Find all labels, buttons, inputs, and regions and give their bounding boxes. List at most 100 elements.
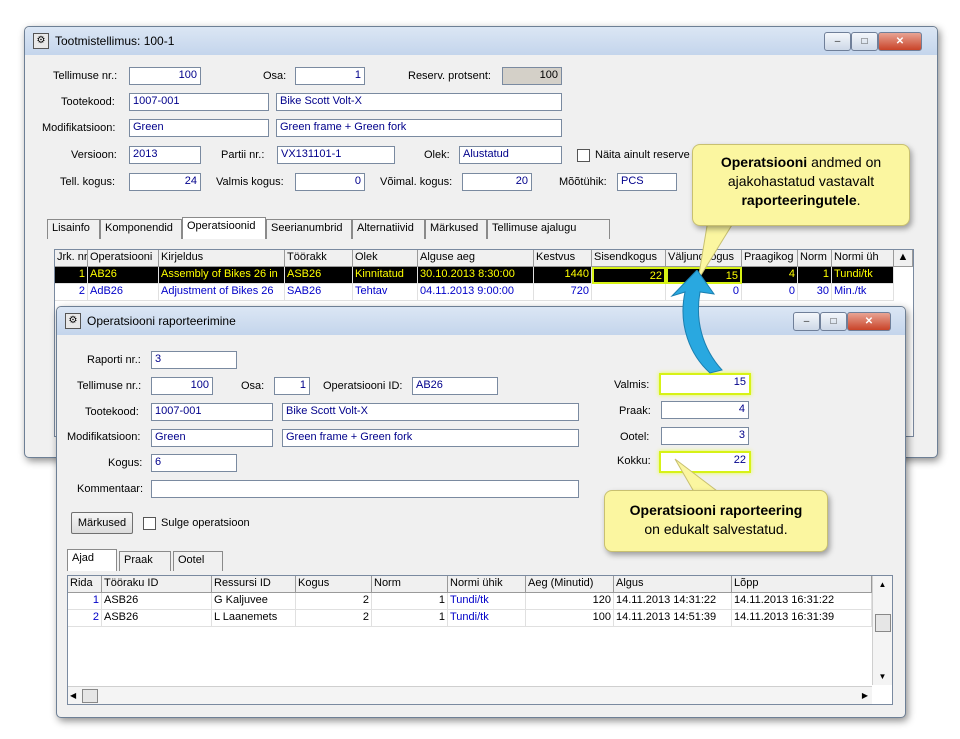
column-header[interactable]: Rida [68, 576, 102, 593]
column-header[interactable]: Norm [372, 576, 448, 593]
product-name-field[interactable]: Bike Scott Volt-X [282, 403, 579, 421]
tab-praak[interactable]: Praak [119, 551, 171, 571]
scrap-field[interactable]: 4 [661, 401, 749, 419]
column-header[interactable]: Aeg (Minutid) [526, 576, 614, 593]
product-code-field[interactable]: 1007-001 [151, 403, 273, 421]
modification-desc-field[interactable]: Green frame + Green fork [282, 429, 579, 447]
order-no-field[interactable]: 100 [151, 377, 213, 395]
part-field[interactable]: 1 [274, 377, 310, 395]
operation-id-field[interactable]: AB26 [412, 377, 498, 395]
table-cell: 2 [55, 284, 88, 301]
close-button[interactable]: ✕ [878, 32, 922, 51]
order-no-label: Tellimuse nr.: [77, 380, 142, 392]
tab-operatsioonid[interactable]: Operatsioonid [182, 217, 266, 239]
column-header[interactable]: Alguse aeg [418, 250, 534, 267]
column-header[interactable]: Töörakk [285, 250, 353, 267]
column-header[interactable]: Algus [614, 576, 732, 593]
done-qty-field[interactable]: 0 [295, 173, 365, 191]
done-qty-label: Valmis kogus: [216, 176, 284, 188]
tab-markused[interactable]: Märkused [425, 219, 487, 239]
modification-desc-field[interactable]: Green frame + Green fork [276, 119, 562, 137]
tab-lisainfo[interactable]: Lisainfo [47, 219, 100, 239]
batch-no-field[interactable]: VX131101-1 [277, 146, 395, 164]
callout-text: andmed on [807, 154, 882, 170]
table-row[interactable]: 2 ASB26 L Laanemets 2 1 Tundi/tk 100 14.… [68, 610, 872, 627]
scroll-thumb[interactable] [875, 614, 891, 632]
scroll-up-button[interactable]: ▲ [894, 250, 913, 267]
column-header[interactable]: Kogus [296, 576, 372, 593]
order-no-field[interactable]: 100 [129, 67, 201, 85]
product-code-field[interactable]: 1007-001 [129, 93, 269, 111]
table-cell: Assembly of Bikes 26 in [159, 267, 285, 284]
state-field[interactable]: Alustatud [459, 146, 562, 164]
column-header[interactable]: Operatsiooni [88, 250, 159, 267]
version-field[interactable]: 2013 [129, 146, 201, 164]
tab-komponendid[interactable]: Komponendid [100, 219, 182, 239]
tab-tellimuse-ajalugu[interactable]: Tellimuse ajalugu [487, 219, 610, 239]
show-reserved-checkbox[interactable] [577, 149, 590, 162]
order-no-label: Tellimuse nr.: [53, 70, 118, 82]
scroll-down-icon[interactable]: ▼ [873, 668, 892, 685]
column-header[interactable]: Ressursi ID [212, 576, 296, 593]
column-header[interactable]: Kirjeldus [159, 250, 285, 267]
minimize-button[interactable]: – [824, 32, 851, 51]
column-header[interactable]: Norm [798, 250, 832, 267]
table-cell: 04.11.2013 9:00:00 [418, 284, 534, 301]
comment-field[interactable] [151, 480, 579, 498]
scroll-thumb[interactable] [82, 689, 98, 703]
report-no-field[interactable]: 3 [151, 351, 237, 369]
vertical-scrollbar[interactable]: ▲ ▼ [872, 576, 892, 685]
product-code-label: Tootekood: [61, 96, 115, 108]
table-row[interactable]: 1 ASB26 G Kaljuvee 2 1 Tundi/tk 120 14.1… [68, 593, 872, 610]
minimize-button[interactable]: – [793, 312, 820, 331]
tab-alternatiivid[interactable]: Alternatiivid [352, 219, 425, 239]
close-button[interactable]: ✕ [847, 312, 891, 331]
close-operation-checkbox[interactable] [143, 517, 156, 530]
title-bar[interactable]: ⚙ Operatsiooni raporteerimine – □ ✕ [57, 307, 905, 335]
window-title: Operatsiooni raporteerimine [87, 314, 236, 328]
table-cell: 2 [68, 610, 102, 627]
table-cell: 1440 [534, 267, 592, 284]
main-tab-strip: Lisainfo Komponendid Operatsioonid Seeri… [47, 217, 627, 241]
possible-qty-field[interactable]: 20 [462, 173, 532, 191]
notes-button[interactable]: Märkused [71, 512, 133, 534]
total-label: Kokku: [617, 455, 651, 467]
maximize-button[interactable]: □ [851, 32, 878, 51]
order-qty-field[interactable]: 24 [129, 173, 201, 191]
column-header[interactable]: Olek [353, 250, 418, 267]
scroll-up-icon[interactable]: ▲ [873, 576, 892, 593]
version-label: Versioon: [71, 149, 117, 161]
modification-field[interactable]: Green [129, 119, 269, 137]
scroll-right-icon[interactable]: ▶ [862, 687, 868, 704]
horizontal-scrollbar[interactable]: ◀ ▶ [68, 686, 872, 704]
column-header[interactable]: Normi ühik [448, 576, 526, 593]
column-header[interactable]: Tööraku ID [102, 576, 212, 593]
tab-ootel[interactable]: Ootel [173, 551, 223, 571]
unit-field[interactable]: PCS [617, 173, 677, 191]
times-grid[interactable]: Rida Tööraku ID Ressursi ID Kogus Norm N… [67, 575, 893, 705]
column-header[interactable]: Normi üh [832, 250, 894, 267]
tab-seerianumbrid[interactable]: Seerianumbrid [266, 219, 352, 239]
table-cell: 14.11.2013 14:31:22 [614, 593, 732, 610]
modification-label: Modifikatsioon: [42, 122, 116, 134]
column-header[interactable]: Jrk. nr [55, 250, 88, 267]
maximize-button[interactable]: □ [820, 312, 847, 331]
column-header[interactable]: Lõpp [732, 576, 872, 593]
table-cell: 14.11.2013 16:31:22 [732, 593, 872, 610]
table-cell: AB26 [88, 267, 159, 284]
column-header[interactable]: Sisendkogus [592, 250, 666, 267]
tab-ajad[interactable]: Ajad [67, 549, 117, 571]
part-field[interactable]: 1 [295, 67, 365, 85]
show-reserved-label: Näita ainult reserve [595, 149, 690, 161]
scroll-left-icon[interactable]: ◀ [70, 687, 76, 704]
waiting-field[interactable]: 3 [661, 427, 749, 445]
title-bar[interactable]: ⚙ Tootmistellimus: 100-1 – □ ✕ [25, 27, 937, 55]
modification-field[interactable]: Green [151, 429, 273, 447]
column-header[interactable]: Kestvus [534, 250, 592, 267]
waiting-label: Ootel: [620, 431, 650, 443]
product-name-field[interactable]: Bike Scott Volt-X [276, 93, 562, 111]
table-cell: 14.11.2013 14:51:39 [614, 610, 732, 627]
qty-field[interactable]: 6 [151, 454, 237, 472]
table-cell: 100 [526, 610, 614, 627]
table-cell: ASB26 [102, 610, 212, 627]
